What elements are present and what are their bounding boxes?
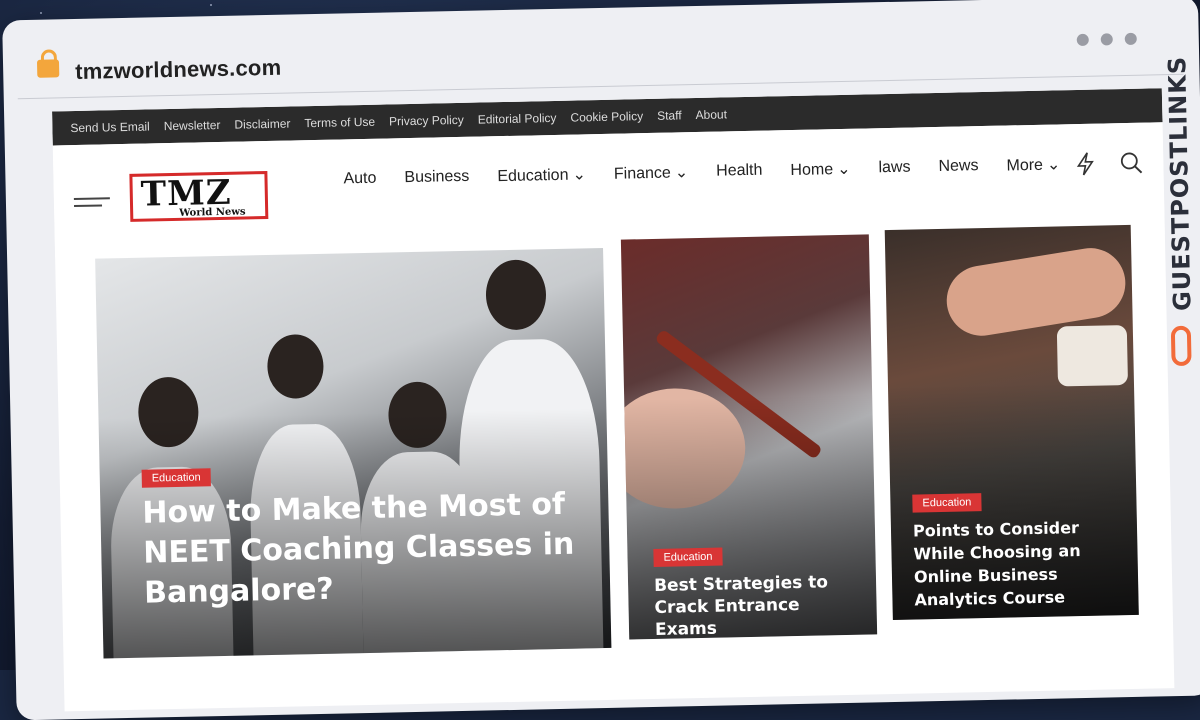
window-controls (1076, 32, 1137, 47)
browser-window: tmzworldnews.com GUESTPOSTLINKS Send Us … (2, 0, 1200, 720)
nav-icons (1075, 151, 1143, 176)
category-badge[interactable]: Education (141, 468, 211, 488)
article-title[interactable]: How to Make the Most of NEET Coaching Cl… (142, 484, 584, 613)
menu-item-home[interactable]: Home ⌄ (790, 159, 850, 180)
category-badge[interactable]: Education (912, 493, 982, 513)
article-card-1[interactable]: Education How to Make the Most of NEET C… (95, 247, 612, 659)
category-badge[interactable]: Education (653, 547, 723, 567)
lock-icon (36, 59, 60, 78)
menu-item-laws[interactable]: laws (878, 159, 910, 178)
search-icon[interactable] (1119, 151, 1143, 175)
topbar-link-staff[interactable]: Staff (657, 108, 682, 123)
menu-item-auto[interactable]: Auto (343, 170, 376, 189)
window-dot-icon[interactable] (1124, 32, 1137, 46)
topbar-link-newsletter[interactable]: Newsletter (164, 118, 221, 133)
menu-item-finance[interactable]: Finance ⌄ (614, 162, 689, 184)
menu-item-news[interactable]: News (938, 157, 978, 176)
window-dot-icon[interactable] (1100, 33, 1113, 46)
topbar-link-editorial[interactable]: Editorial Policy (478, 111, 557, 127)
article-title[interactable]: Points to Consider While Choosing an Onl… (913, 515, 1125, 611)
topbar-link-about[interactable]: About (695, 107, 727, 122)
chevron-down-icon: ⌄ (674, 164, 689, 182)
lightning-icon[interactable] (1075, 152, 1095, 176)
window-dot-icon[interactable] (1076, 33, 1089, 47)
menu-item-health[interactable]: Health (716, 162, 763, 181)
topbar-link-disclaimer[interactable]: Disclaimer (234, 117, 290, 132)
watermark-text: GUESTPOSTLINKS (1163, 55, 1197, 312)
chevron-down-icon: ⌄ (572, 166, 587, 184)
link-icon (1170, 325, 1192, 367)
featured-articles: Education How to Make the Most of NEET C… (95, 224, 1163, 659)
chevron-down-icon: ⌄ (836, 160, 851, 179)
hamburger-menu-icon[interactable] (73, 192, 110, 212)
website: Send Us Email Newsletter Disclaimer Term… (52, 88, 1175, 712)
article-card-3[interactable]: Education Points to Consider While Choos… (884, 224, 1139, 621)
site-logo[interactable]: TMZ World News (129, 171, 269, 222)
menu: Auto Business Education ⌄ Finance ⌄ Health… (343, 154, 1060, 189)
topbar-link-cookie[interactable]: Cookie Policy (570, 109, 643, 125)
url-text[interactable]: tmzworldnews.com (75, 55, 282, 85)
topbar-link-terms[interactable]: Terms of Use (304, 115, 375, 130)
menu-item-education[interactable]: Education ⌄ (497, 164, 586, 186)
topbar-link-email[interactable]: Send Us Email (70, 119, 150, 135)
article-title[interactable]: Best Strategies to Crack Entrance Exams (654, 571, 865, 639)
chevron-down-icon: ⌄ (1046, 156, 1061, 174)
logo-subtext: World News (179, 206, 246, 219)
menu-item-business[interactable]: Business (404, 168, 469, 187)
article-card-2[interactable]: Education Best Strategies to Crack Entra… (620, 234, 878, 640)
topbar-link-privacy[interactable]: Privacy Policy (389, 113, 464, 129)
menu-item-more[interactable]: More ⌄ (1006, 154, 1060, 175)
